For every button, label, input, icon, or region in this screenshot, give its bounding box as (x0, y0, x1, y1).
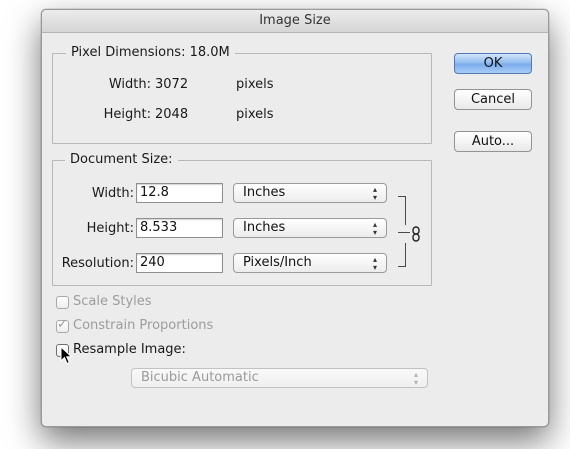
doc-width-label: Width: (91, 186, 134, 201)
scale-styles-label: Scale Styles (73, 294, 152, 309)
checkmark-icon: ✓ (57, 317, 68, 332)
pixel-width-unit: pixels (236, 77, 274, 92)
pixel-height-label: Height: (103, 107, 151, 122)
popup-arrows-icon: ▴ ▾ (372, 255, 377, 272)
link-bracket-vertical-lower (405, 243, 406, 267)
dialog-title: Image Size (42, 10, 548, 33)
document-size-legend: Document Size: (65, 152, 178, 168)
pixel-height-value: 2048 (155, 107, 189, 122)
popup-arrows-icon: ▴ ▾ (372, 220, 377, 237)
pixel-dimensions-legend: Pixel Dimensions: 18.0M (66, 45, 235, 61)
image-size-dialog: Image Size Pixel Dimensions: 18.0M Width… (41, 9, 549, 427)
resolution-label: Resolution: (61, 256, 134, 271)
doc-width-unit-select[interactable]: Inches ▴ ▾ (233, 183, 387, 203)
link-bracket-bottom (398, 266, 406, 267)
link-bracket-vertical-upper (405, 196, 406, 225)
pixel-dimensions-group: Pixel Dimensions: 18.0M (52, 45, 432, 144)
resample-method-value: Bicubic Automatic (141, 370, 259, 385)
popup-arrows-icon: ▴ ▾ (413, 370, 418, 387)
doc-width-unit-value: Inches (243, 185, 286, 200)
resample-image-label: Resample Image: (73, 342, 186, 357)
chain-link-icon (412, 226, 420, 242)
pixel-height-unit: pixels (236, 107, 274, 122)
doc-height-label: Height: (86, 221, 134, 236)
resolution-unit-select[interactable]: Pixels/Inch ▴ ▾ (233, 253, 387, 273)
pixel-dimensions-size: 18.0M (189, 45, 230, 60)
resolution-input[interactable]: 240 (136, 253, 223, 273)
constrain-proportions-label: Constrain Proportions (73, 318, 214, 333)
pixel-width-value: 3072 (155, 77, 189, 92)
auto-button[interactable]: Auto... (454, 131, 532, 152)
scale-styles-checkbox[interactable] (56, 296, 69, 309)
doc-height-unit-select[interactable]: Inches ▴ ▾ (233, 218, 387, 238)
constrain-proportions-checkbox[interactable]: ✓ (56, 317, 69, 333)
ok-button[interactable]: OK (454, 53, 532, 74)
pixel-dimensions-label: Pixel Dimensions: (71, 45, 186, 60)
doc-height-input[interactable]: 8.533 (136, 218, 223, 238)
pixel-width-label: Width: (108, 77, 151, 92)
mouse-pointer-icon (60, 346, 73, 365)
doc-height-unit-value: Inches (243, 220, 286, 235)
resolution-unit-value: Pixels/Inch (243, 255, 312, 270)
popup-arrows-icon: ▴ ▾ (372, 185, 377, 202)
doc-width-input[interactable]: 12.8 (136, 183, 223, 203)
cancel-button[interactable]: Cancel (454, 89, 532, 110)
link-bracket-center (398, 232, 410, 233)
resample-method-select[interactable]: Bicubic Automatic ▴ ▾ (131, 368, 428, 388)
